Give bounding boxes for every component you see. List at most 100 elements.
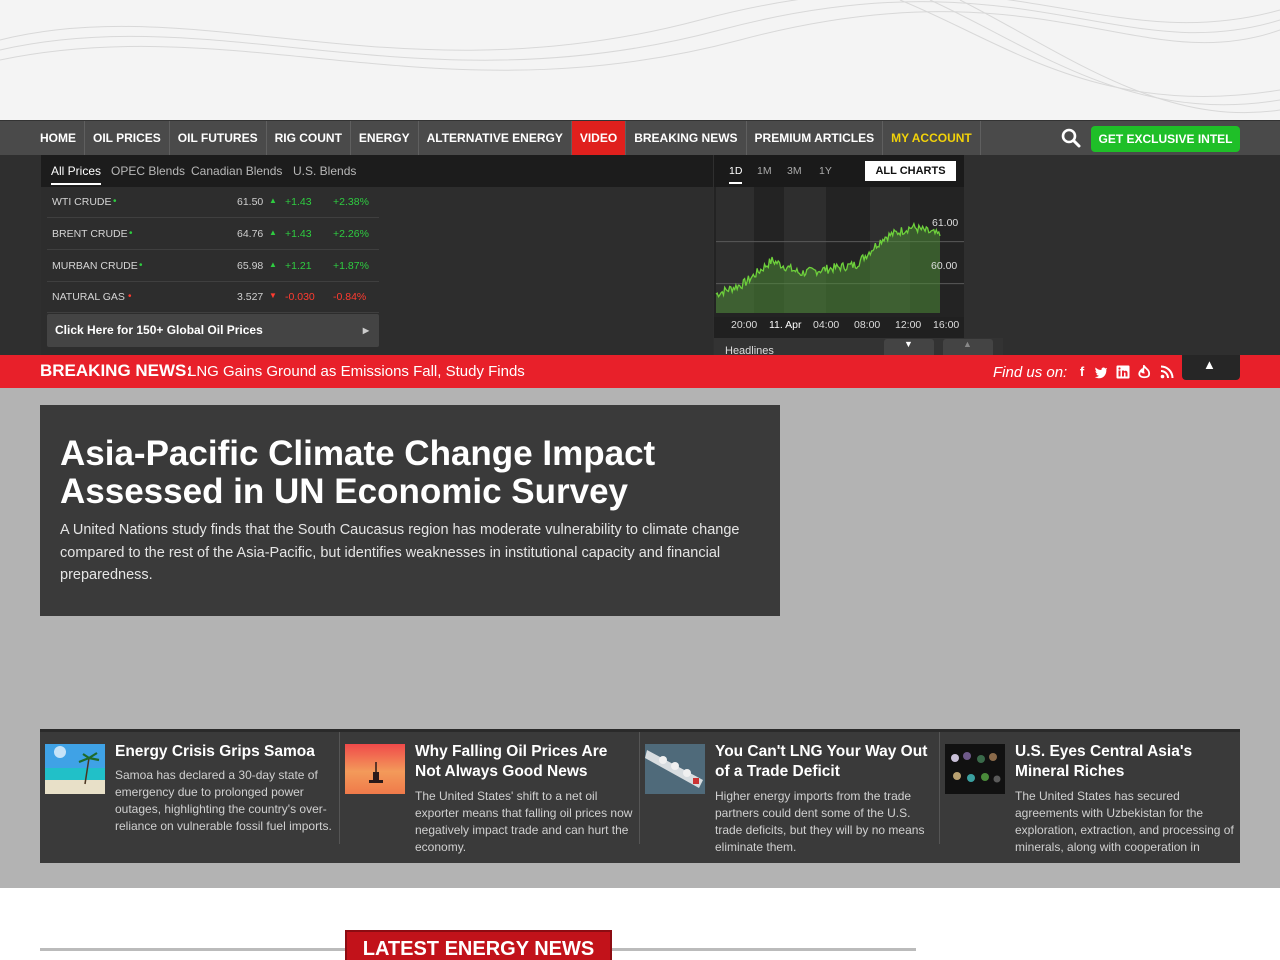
nav-oil-futures[interactable]: OIL FUTURES [170, 121, 267, 155]
oil-prices-panel: All Prices OPEC Blends Canadian Blends U… [41, 155, 713, 355]
global-oil-prices-link[interactable]: Click Here for 150+ Global Oil Prices ▶ [47, 314, 379, 347]
price-row-brent[interactable]: BRENT CRUDE • 64.76 ▲ +1.43 +2.26% [47, 219, 379, 250]
flame-icon[interactable] [1137, 363, 1151, 379]
arrow-up-icon: ▲ [269, 260, 277, 269]
get-exclusive-intel-button[interactable]: GET EXCLUSIVE INTEL [1091, 126, 1240, 152]
breaking-news-headline[interactable]: LNG Gains Ground as Emissions Fall, Stud… [188, 363, 525, 380]
nav-alternative-energy[interactable]: ALTERNATIVE ENERGY [419, 121, 572, 155]
featured-article-description: A United Nations study finds that the So… [60, 522, 740, 583]
range-1y[interactable]: 1Y [819, 165, 832, 182]
price-change: +1.43 [285, 196, 312, 208]
article-title[interactable]: U.S. Eyes Central Asia's Mineral Riches [1015, 742, 1235, 782]
status-dot-icon: • [129, 228, 133, 239]
article-card[interactable]: U.S. Eyes Central Asia's Mineral Riches … [940, 732, 1240, 863]
status-dot-icon: • [128, 291, 132, 302]
article-description: The United States' shift to a net oil ex… [415, 789, 633, 854]
nav-oil-prices[interactable]: OIL PRICES [85, 121, 170, 155]
article-card[interactable]: You Can't LNG Your Way Out of a Trade De… [640, 732, 940, 863]
price-percent: +2.38% [333, 196, 369, 208]
featured-article[interactable]: Asia-Pacific Climate Change Impact Asses… [40, 405, 780, 616]
tab-opec-blends[interactable]: OPEC Blends [111, 164, 185, 183]
x-label: 16:00 [933, 319, 960, 331]
site-header [0, 0, 1280, 120]
headlines-bar: Headlines ▼ ▲ [714, 338, 1003, 355]
article-thumbnail[interactable] [945, 744, 1005, 794]
article-card[interactable]: Why Falling Oil Prices Are Not Always Go… [340, 732, 640, 863]
y-tick: 60.00 [931, 260, 958, 272]
price-last: 65.98 [237, 260, 264, 272]
all-charts-button[interactable]: ALL CHARTS [865, 161, 956, 181]
arrow-up-icon: ▲ [269, 228, 277, 237]
caret-up-icon: ▲ [1203, 357, 1216, 372]
collapse-ticker-button[interactable]: ▲ [1182, 355, 1240, 380]
tab-all-prices[interactable]: All Prices [51, 164, 102, 185]
price-row-murban[interactable]: MURBAN CRUDE • 65.98 ▲ +1.21 +1.87% [47, 251, 379, 282]
price-chart[interactable] [714, 187, 964, 317]
article-title[interactable]: You Can't LNG Your Way Out of a Trade De… [715, 742, 935, 782]
price-row-natural-gas[interactable]: NATURAL GAS • 3.527 ▼ -0.030 -0.84% [47, 282, 379, 313]
article-card[interactable]: Energy Crisis Grips Samoa Samoa has decl… [40, 732, 340, 863]
range-3m[interactable]: 3M [787, 165, 802, 182]
search-icon[interactable] [1060, 127, 1082, 149]
status-dot-icon: • [113, 196, 117, 207]
linkedin-icon[interactable] [1116, 365, 1130, 379]
nav-premium-articles[interactable]: PREMIUM ARTICLES [747, 121, 884, 155]
price-percent: -0.84% [333, 291, 367, 303]
nav-energy[interactable]: ENERGY [351, 121, 419, 155]
article-thumbnail[interactable] [45, 744, 105, 794]
rss-icon[interactable] [1160, 365, 1174, 379]
nav-rig-count[interactable]: RIG COUNT [267, 121, 351, 155]
twitter-icon[interactable] [1094, 365, 1108, 379]
price-name: BRENT CRUDE [52, 228, 128, 240]
price-tabs: All Prices OPEC Blends Canadian Blends U… [41, 155, 713, 187]
headlines-up-button[interactable]: ▲ [943, 339, 993, 355]
price-last: 64.76 [237, 228, 264, 240]
article-title[interactable]: Why Falling Oil Prices Are Not Always Go… [415, 742, 635, 782]
featured-article-title[interactable]: Asia-Pacific Climate Change Impact Asses… [60, 435, 760, 511]
range-tabs: 1D 1M 3M 1Y ALL CHARTS [714, 155, 964, 187]
price-name: NATURAL GAS [52, 291, 125, 303]
x-label: 11. Apr [769, 319, 802, 331]
article-thumbnail[interactable] [345, 744, 405, 794]
price-change: -0.030 [285, 291, 315, 303]
nav-breaking-news[interactable]: BREAKING NEWS [626, 121, 747, 155]
x-label: 12:00 [895, 319, 922, 331]
header-wave-decoration [0, 0, 1280, 114]
latest-energy-news-heading[interactable]: LATEST ENERGY NEWS [345, 930, 612, 960]
range-1m[interactable]: 1M [757, 165, 772, 182]
price-name: WTI CRUDE [52, 196, 112, 208]
price-name: MURBAN CRUDE [52, 260, 138, 272]
main-nav: HOME OIL PRICES OIL FUTURES RIG COUNT EN… [0, 120, 1280, 155]
price-percent: +2.26% [333, 228, 369, 240]
article-description: Higher energy imports from the trade par… [715, 789, 925, 854]
x-label: 04:00 [813, 319, 840, 331]
price-row-wti[interactable]: WTI CRUDE • 61.50 ▲ +1.43 +2.38% [47, 187, 379, 218]
price-change: +1.21 [285, 260, 312, 272]
arrow-up-icon: ▲ [269, 196, 277, 205]
x-label: 08:00 [854, 319, 881, 331]
article-description: The United States has secured agreements… [1015, 789, 1234, 854]
nav-video[interactable]: VIDEO [571, 121, 627, 155]
x-label: 20:00 [731, 319, 758, 331]
nav-my-account[interactable]: MY ACCOUNT [883, 121, 981, 155]
price-percent: +1.87% [333, 260, 369, 272]
chevron-right-icon: ▶ [362, 326, 369, 335]
price-chart-panel: 1D 1M 3M 1Y ALL CHARTS 61.00 60.00 20:00… [714, 155, 964, 355]
headlines-label: Headlines [725, 345, 774, 355]
caret-down-icon: ▼ [904, 339, 913, 349]
tab-canadian-blends[interactable]: Canadian Blends [191, 164, 282, 183]
nav-home[interactable]: HOME [32, 121, 85, 155]
tab-us-blends[interactable]: U.S. Blends [293, 164, 356, 183]
facebook-icon[interactable]: f [1075, 365, 1089, 379]
range-1d[interactable]: 1D [729, 165, 743, 184]
article-title[interactable]: Energy Crisis Grips Samoa [115, 742, 335, 762]
latest-news-section: LATEST ENERGY NEWS [0, 888, 1280, 960]
nav-items: HOME OIL PRICES OIL FUTURES RIG COUNT EN… [32, 121, 981, 155]
status-dot-icon: • [139, 260, 143, 271]
article-thumbnail[interactable] [645, 744, 705, 794]
price-change: +1.43 [285, 228, 312, 240]
find-us-label: Find us on: [993, 364, 1068, 381]
price-last: 3.527 [237, 291, 264, 303]
y-tick: 61.00 [932, 217, 959, 229]
headlines-down-button[interactable]: ▼ [884, 339, 934, 355]
